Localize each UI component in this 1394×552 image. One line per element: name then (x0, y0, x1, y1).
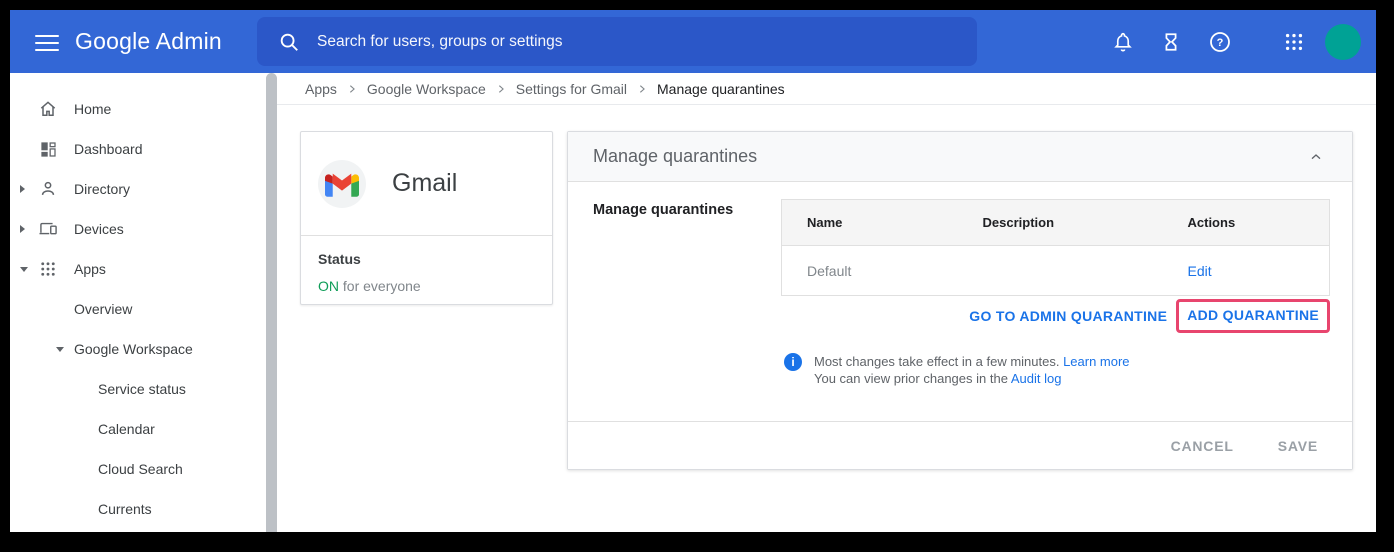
quarantine-actions-row: GO TO ADMIN QUARANTINE ADD QUARANTINE (781, 299, 1330, 333)
breadcrumb-apps[interactable]: Apps (305, 81, 337, 97)
sidebar-item-cloud-search[interactable]: Cloud Search (10, 449, 266, 489)
cancel-button[interactable]: CANCEL (1171, 438, 1234, 454)
search-icon (277, 30, 301, 54)
topbar: Google Admin ? (10, 10, 1376, 73)
info-icon: i (784, 353, 802, 371)
save-button[interactable]: SAVE (1278, 438, 1318, 454)
quarantine-name-cell: Default (782, 246, 958, 296)
breadcrumb: Apps Google Workspace Settings for Gmail… (277, 73, 1376, 105)
help-icon[interactable]: ? (1208, 30, 1232, 54)
account-avatar[interactable] (1325, 24, 1361, 60)
status-value: ON for everyone (318, 278, 535, 294)
search-bar[interactable] (257, 17, 977, 66)
status-on-badge: ON (318, 278, 339, 294)
column-header-name: Name (782, 200, 958, 246)
sidebar-item-calendar[interactable]: Calendar (10, 409, 266, 449)
sidebar-scrollbar[interactable] (266, 73, 277, 532)
expand-down-icon (56, 347, 64, 352)
sidebar-item-directory[interactable]: Directory (10, 169, 266, 209)
apps-dots-icon (38, 259, 58, 279)
section-label: Manage quarantines (593, 199, 781, 421)
topbar-actions: ? (1111, 10, 1361, 73)
audit-log-link[interactable]: Audit log (1011, 371, 1062, 386)
main-content: Apps Google Workspace Settings for Gmail… (277, 73, 1376, 532)
brand-logo: Google Admin (75, 10, 222, 73)
breadcrumb-google-workspace[interactable]: Google Workspace (367, 81, 486, 97)
dashboard-icon (38, 139, 58, 159)
apps-grid-icon[interactable] (1282, 30, 1306, 54)
service-title: Gmail (392, 169, 457, 198)
expand-right-icon (20, 185, 25, 193)
chevron-right-icon (637, 84, 647, 94)
sidebar-item-home[interactable]: Home (10, 89, 266, 129)
tasks-hourglass-icon[interactable] (1159, 30, 1183, 54)
sidebar-item-service-status[interactable]: Service status (10, 369, 266, 409)
admin-console-window: Google Admin ? Ho (10, 10, 1376, 532)
status-label: Status (318, 251, 535, 267)
person-icon (38, 179, 58, 199)
column-header-actions: Actions (1163, 200, 1330, 246)
search-input[interactable] (317, 33, 917, 51)
table-row: Default Edit (782, 246, 1330, 296)
sidebar-item-apps[interactable]: Apps (10, 249, 266, 289)
chevron-up-icon[interactable] (1304, 145, 1328, 169)
panel-body: Manage quarantines Name Description Acti… (568, 182, 1352, 421)
gmail-logo (318, 160, 366, 208)
home-icon (38, 99, 58, 119)
menu-icon[interactable] (35, 30, 59, 54)
chevron-right-icon (347, 84, 357, 94)
expand-right-icon (20, 225, 25, 233)
sidebar-item-devices[interactable]: Devices (10, 209, 266, 249)
info-note: i Most changes take effect in a few minu… (781, 353, 1330, 387)
sidebar-item-dashboard[interactable]: Dashboard (10, 129, 266, 169)
svg-text:?: ? (1217, 37, 1224, 49)
panel-title: Manage quarantines (593, 146, 757, 167)
panel-header[interactable]: Manage quarantines (568, 132, 1352, 182)
panel-footer: CANCEL SAVE (568, 421, 1352, 469)
devices-icon (38, 219, 58, 239)
notifications-bell-icon[interactable] (1111, 30, 1135, 54)
highlight-annotation-box: ADD QUARANTINE (1176, 299, 1330, 333)
go-to-admin-quarantine-button[interactable]: GO TO ADMIN QUARANTINE (969, 308, 1167, 324)
sidebar-item-google-workspace[interactable]: Google Workspace (10, 329, 266, 369)
learn-more-link[interactable]: Learn more (1063, 354, 1129, 369)
expand-down-icon (20, 267, 28, 272)
info-line-2: You can view prior changes in the (814, 371, 1011, 386)
manage-quarantines-panel: Manage quarantines Manage quarantines Na… (567, 131, 1353, 470)
edit-link[interactable]: Edit (1188, 263, 1212, 279)
sidebar-item-currents[interactable]: Currents (10, 489, 266, 529)
info-line-1: Most changes take effect in a few minute… (814, 354, 1063, 369)
chevron-right-icon (496, 84, 506, 94)
breadcrumb-settings-for-gmail[interactable]: Settings for Gmail (516, 81, 627, 97)
gmail-service-card: Gmail Status ON for everyone (300, 131, 553, 305)
breadcrumb-current: Manage quarantines (657, 81, 785, 97)
column-header-description: Description (958, 200, 1163, 246)
quarantines-table: Name Description Actions Default Edit (781, 199, 1330, 296)
sidebar-nav: Home Dashboard Directory Devices Apps Ov… (10, 73, 266, 532)
sidebar-item-overview[interactable]: Overview (10, 289, 266, 329)
add-quarantine-button[interactable]: ADD QUARANTINE (1187, 307, 1319, 323)
quarantine-description-cell (958, 246, 1163, 296)
